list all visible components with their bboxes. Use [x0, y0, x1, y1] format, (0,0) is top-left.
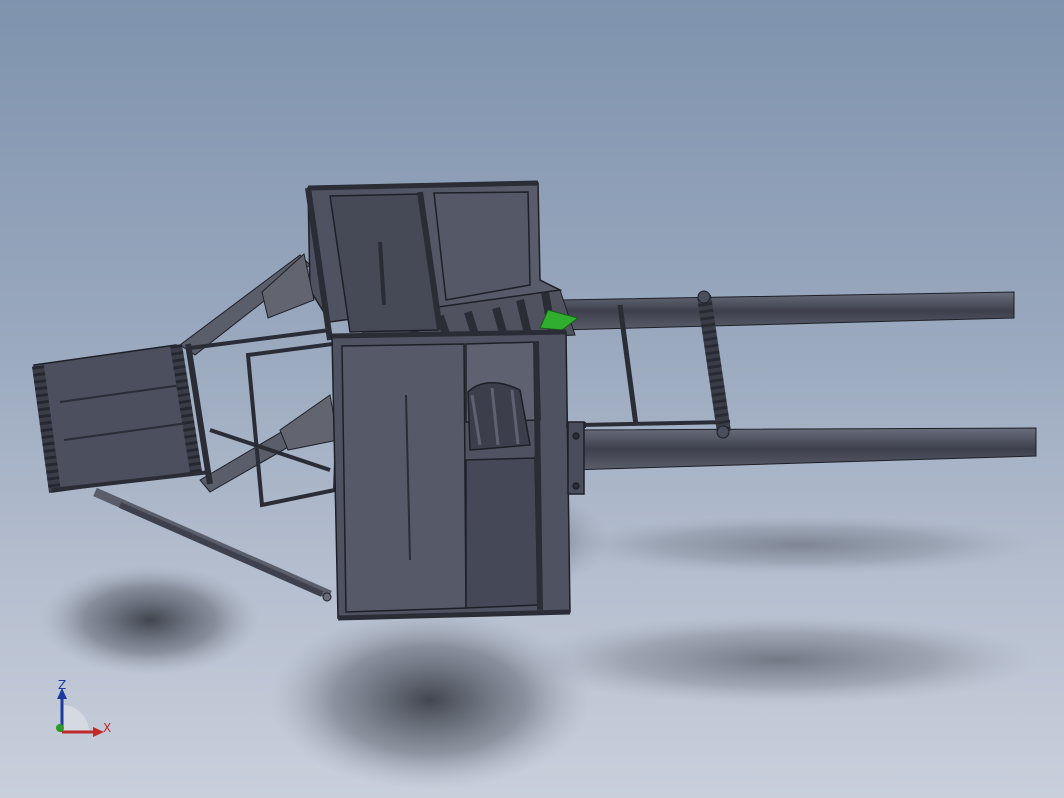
- feeder-tray[interactable]: [32, 343, 213, 493]
- main-housing[interactable]: [331, 329, 586, 621]
- x-axis-label: X: [103, 721, 112, 735]
- cad-model-scene[interactable]: [0, 0, 1064, 798]
- triad-axes-icon: [56, 688, 104, 737]
- coordinate-triad: Z X: [40, 672, 130, 752]
- conveyor-rails[interactable]: [559, 291, 1037, 471]
- cad-graphics-viewport[interactable]: Z X: [0, 0, 1064, 798]
- z-axis-label: Z: [58, 678, 67, 692]
